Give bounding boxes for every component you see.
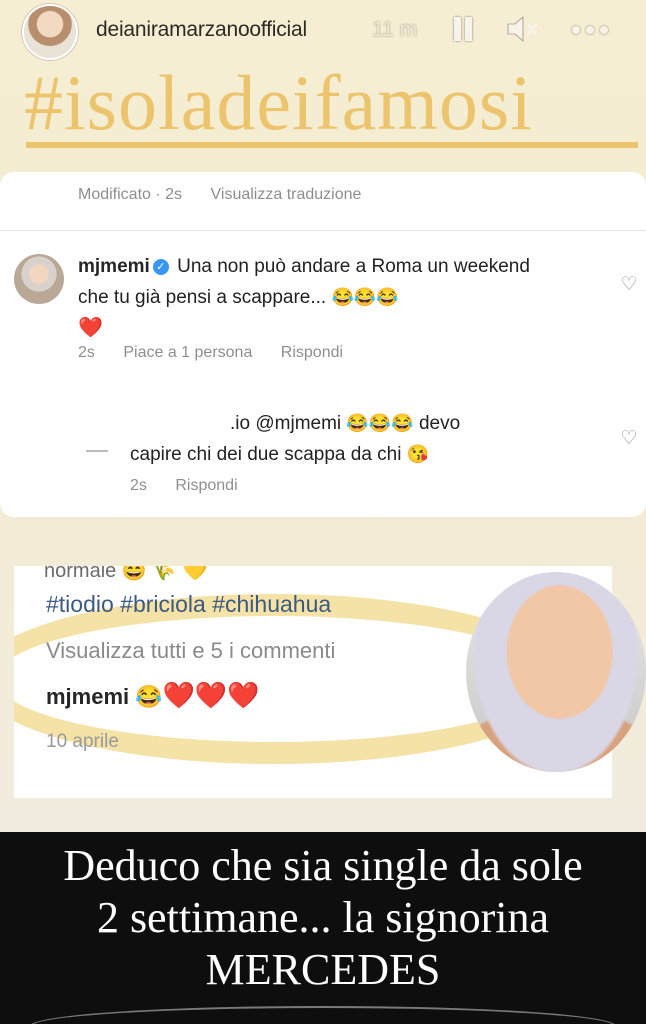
- reply-text: .io @mjmemi 😂😂😂 devo capire chi dei due …: [130, 408, 570, 470]
- hearts-emoji: ❤️❤️❤️: [162, 680, 260, 710]
- post-date: 10 aprile: [46, 731, 119, 752]
- reply-button[interactable]: Rispondi: [281, 344, 343, 361]
- caption-bar: Deduco che sia single da sole 2 settiman…: [0, 832, 646, 1024]
- laugh-emoji: 😂😂😂: [346, 413, 414, 433]
- heart-emoji: ❤️: [78, 317, 103, 339]
- laugh-emoji: 😂😂😂: [331, 287, 399, 307]
- reply-body-b: capire chi dei due scappa da chi: [130, 444, 402, 465]
- edited-label: Modificato · 2s: [78, 186, 183, 203]
- translate-link[interactable]: Visualizza traduzione: [211, 186, 362, 203]
- heart-like-icon[interactable]: ♡: [618, 428, 640, 450]
- comment-time: 2s: [78, 344, 95, 361]
- caption-line-3: MERCEDES: [205, 945, 441, 994]
- avatar[interactable]: [22, 4, 78, 60]
- more-icon[interactable]: [570, 14, 610, 44]
- hashtag-sticker[interactable]: #isoladeifamosi: [24, 58, 533, 148]
- reply-body-a: devo: [418, 413, 461, 434]
- comment-text: mjmemi ✓ Una non può andare a Roma un wee…: [78, 252, 548, 344]
- mute-icon[interactable]: [505, 14, 541, 44]
- username[interactable]: deianiramarzanoofficial: [96, 18, 307, 42]
- reply-time: 2s: [130, 477, 147, 494]
- view-all-comments[interactable]: Visualizza tutti e 5 i commenti: [46, 638, 335, 664]
- cropped-caption: normale 😄 🌾 💛: [44, 566, 208, 582]
- reply-username[interactable]: .io: [230, 413, 250, 434]
- reply-meta: 2s Rispondi: [130, 477, 262, 495]
- story-frame: deianiramarzanoofficial 11 m #isoladeifa…: [0, 0, 646, 1024]
- laugh-emoji: 😂: [135, 684, 163, 709]
- reply-mention[interactable]: @mjmemi: [255, 413, 341, 434]
- reply-button[interactable]: Rispondi: [175, 477, 237, 494]
- story-header: deianiramarzanoofficial 11 m: [0, 0, 646, 62]
- story-time: 11 m: [372, 18, 418, 41]
- inset-comment-username[interactable]: mjmemi: [46, 684, 129, 709]
- kiss-emoji: 😘: [406, 444, 430, 464]
- comments-screenshot: Modificato · 2s Visualizza traduzione mj…: [0, 172, 646, 517]
- hashtag-underline: [26, 142, 638, 148]
- edited-meta: Modificato · 2s Visualizza traduzione: [78, 186, 385, 204]
- commenter-avatar[interactable]: [14, 254, 64, 304]
- divider: [0, 230, 646, 231]
- comment-username[interactable]: mjmemi: [78, 256, 150, 277]
- caption-line-1: Deduco che sia single da sole: [63, 841, 583, 890]
- caption-line-2: 2 settimane... la signorina: [96, 893, 550, 942]
- pause-icon[interactable]: [452, 14, 474, 44]
- reply-avatar: [86, 450, 108, 452]
- likes-count[interactable]: Piace a 1 persona: [123, 344, 252, 361]
- heart-like-icon[interactable]: ♡: [618, 274, 640, 296]
- profile-photo: [466, 572, 646, 772]
- verified-icon: ✓: [152, 258, 169, 275]
- comment-meta: 2s Piace a 1 persona Rispondi: [78, 344, 367, 362]
- inset-comment: mjmemi 😂❤️❤️❤️: [46, 680, 260, 711]
- hashtag-links[interactable]: #tiodio #briciola #chihuahua: [46, 591, 331, 618]
